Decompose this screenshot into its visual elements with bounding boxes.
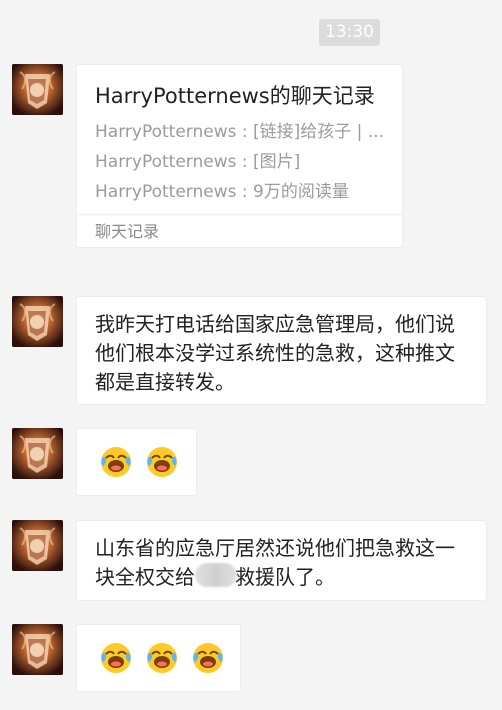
sender-avatar[interactable] — [12, 428, 63, 479]
chat-record-preview-line: HarryPotternews : 9万的阅读量 — [95, 182, 349, 202]
face-with-tears-icon — [145, 445, 179, 479]
face-with-tears-icon — [191, 641, 225, 675]
face-with-tears-icon — [99, 445, 133, 479]
chat-record-title: HarryPotternews的聊天记录 — [95, 84, 375, 108]
message-text-line: 他们根本没学过系统性的急救，这种推文 — [95, 341, 455, 365]
emoji-row — [99, 445, 179, 479]
message-text-line: 山东省的应急厅居然还说他们把急救这一 — [95, 536, 455, 560]
message-text-fragment: 块全权交给 — [95, 565, 195, 589]
sender-avatar[interactable] — [12, 296, 63, 347]
crest-avatar-image — [12, 64, 63, 115]
sender-avatar[interactable] — [12, 64, 63, 115]
message-text-line: 块全权交给 救援队了。 — [95, 563, 468, 592]
emoji-message-bubble[interactable] — [76, 428, 197, 496]
sender-avatar[interactable] — [12, 520, 63, 571]
chat-record-preview-list: HarryPotternews : [链接]给孩子 | ... HarryPot… — [95, 117, 389, 207]
face-with-tears-icon — [145, 641, 179, 675]
redacted-text-blur — [195, 563, 237, 587]
chat-record-divider — [77, 214, 402, 215]
message-bubble[interactable]: 山东省的应急厅居然还说他们把急救这一 块全权交给 救援队了。 — [76, 520, 487, 601]
crest-avatar-image — [12, 296, 63, 347]
emoji-row — [99, 641, 225, 675]
face-with-tears-icon — [99, 641, 133, 675]
crest-avatar-image — [12, 520, 63, 571]
message-text-line: 我昨天打电话给国家应急管理局，他们说 — [95, 312, 455, 336]
message-text-fragment: 救援队了。 — [235, 565, 335, 589]
crest-avatar-image — [12, 624, 63, 675]
chat-record-footer: 聊天记录 — [95, 222, 160, 241]
chat-record-preview-line: HarryPotternews : [链接]给孩子 | ... — [95, 122, 385, 142]
chat-record-preview-line: HarryPotternews : [图片] — [95, 152, 301, 172]
message-timestamp: 13:30 — [319, 19, 380, 46]
message-bubble[interactable]: 我昨天打电话给国家应急管理局，他们说 他们根本没学过系统性的急救，这种推文 都是… — [76, 296, 487, 405]
emoji-message-bubble[interactable] — [76, 624, 241, 692]
crest-avatar-image — [12, 428, 63, 479]
sender-avatar[interactable] — [12, 624, 63, 675]
message-text-line: 都是直接转发。 — [95, 370, 235, 394]
chat-record-card[interactable]: HarryPotternews的聊天记录 HarryPotternews : [… — [76, 64, 403, 248]
